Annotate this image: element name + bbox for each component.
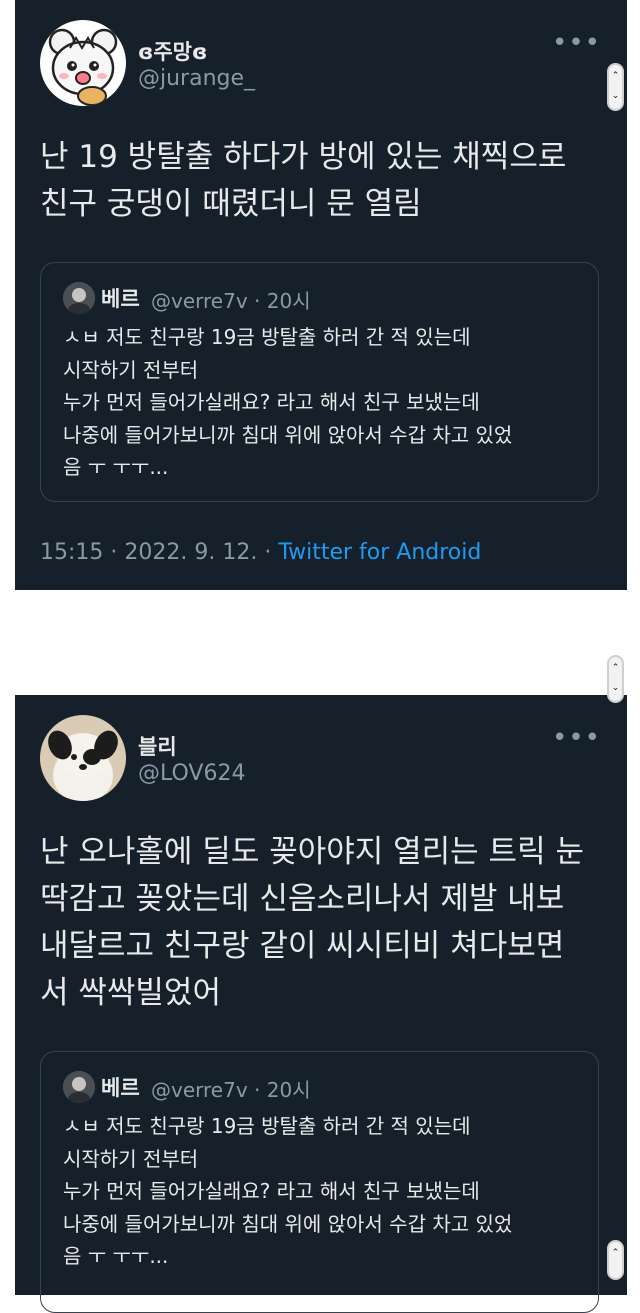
tweet-text-line: 친구 궁댕이 때렸더니 문 열림 <box>40 186 422 222</box>
display-name[interactable]: ɞ주망ɞ <box>138 36 207 66</box>
quote-tweet[interactable]: 베르 @verre7v · 20시 ㅅㅂ 저도 친구랑 19금 방탈출 하러 간… <box>40 262 599 502</box>
bear-avatar-icon <box>40 20 126 106</box>
quote-time: · 20시 <box>254 289 311 313</box>
user-handle[interactable]: @LOV624 <box>138 761 245 786</box>
scroll-up-icon[interactable]: ⌃ <box>609 663 622 673</box>
quote-text: ㅅㅂ 저도 친구랑 19금 방탈출 하러 간 적 있는데 시작하기 전부터 누가… <box>63 321 593 484</box>
tweet-text-line: 서 싹싹빌었어 <box>40 975 221 1011</box>
avatar <box>63 282 95 314</box>
scrollbar-thumb[interactable]: ⌃ <box>607 1240 624 1280</box>
quote-text-line: 누가 먼저 들어가실래요? 라고 해서 친구 보냈는데 <box>63 390 480 414</box>
tweet-text-line: 난 오나홀에 딜도 꽂아야지 열리는 트릭 눈 <box>40 834 584 870</box>
tweet-text: 난 19 방탈출 하다가 방에 있는 채찍으로 친구 궁댕이 때렸더니 문 열림 <box>40 134 615 228</box>
profile-photo-icon <box>63 1071 95 1103</box>
quote-text-line: 시작하기 전부터 <box>63 1146 199 1171</box>
quote-text-line: ㅅㅂ 저도 친구랑 19금 방탈출 하러 간 적 있는데 <box>63 325 471 349</box>
tweet-text-line: 내달르고 친구랑 같이 씨시티비 쳐다보면 <box>40 928 565 964</box>
quote-text-line: 음 ㅜ ㅜㅜ... <box>63 455 169 479</box>
scroll-down-icon[interactable]: ⌄ <box>609 683 622 693</box>
quote-handle-time: @verre7v · 20시 <box>151 1074 311 1103</box>
scrollbar-thumb[interactable]: ⌃ ⌄ <box>607 655 624 703</box>
tweet-card: 블리 @LOV624 ••• 난 오나홀에 딜도 꽂아야지 열리는 트릭 눈 딱… <box>15 695 627 1313</box>
scroll-up-icon[interactable]: ⌃ <box>609 1248 622 1258</box>
more-options-icon[interactable]: ••• <box>552 725 601 751</box>
quote-text-line: 음 ㅜ ㅜㅜ... <box>63 1244 169 1268</box>
quote-text-line: 시작하기 전부터 <box>63 357 199 382</box>
more-options-icon[interactable]: ••• <box>552 30 601 56</box>
quote-handle: @verre7v <box>151 289 248 313</box>
profile-photo-icon <box>63 282 95 314</box>
tweet-text-line: 딱감고 꽂았는데 신음소리나서 제발 내보 <box>40 881 565 917</box>
scroll-down-icon[interactable]: ⌄ <box>609 91 622 101</box>
avatar[interactable] <box>40 715 126 801</box>
scrollbar-thumb[interactable]: ⌃ ⌄ <box>607 63 624 111</box>
quote-time: · 20시 <box>254 1078 311 1102</box>
quote-text-line: 나중에 들어가보니까 침대 위에 앉아서 수갑 차고 있었 <box>63 422 513 447</box>
tweet-card: ɞ주망ɞ @jurange_ ••• 난 19 방탈출 하다가 방에 있는 채찍… <box>15 0 627 590</box>
quote-text-line: 누가 먼저 들어가실래요? 라고 해서 친구 보냈는데 <box>63 1179 480 1203</box>
plush-toy-avatar-icon <box>40 715 126 801</box>
display-name[interactable]: 블리 <box>138 731 177 761</box>
quote-tweet[interactable]: 베르 @verre7v · 20시 ㅅㅂ 저도 친구랑 19금 방탈출 하러 간… <box>40 1051 599 1313</box>
quote-text: ㅅㅂ 저도 친구랑 19금 방탈출 하러 간 적 있는데 시작하기 전부터 누가… <box>63 1110 593 1273</box>
avatar <box>63 1071 95 1103</box>
avatar[interactable] <box>40 20 126 106</box>
quote-text-line: 나중에 들어가보니까 침대 위에 앉아서 수갑 차고 있었 <box>63 1211 513 1236</box>
quote-display-name: 베르 <box>101 287 140 311</box>
quote-display-name: 베르 <box>101 1076 140 1100</box>
source-link[interactable]: Twitter for Android <box>278 540 481 565</box>
quote-handle: @verre7v <box>151 1078 248 1102</box>
scroll-up-icon[interactable]: ⌃ <box>609 71 622 81</box>
tweet-text: 난 오나홀에 딜도 꽂아야지 열리는 트릭 눈 딱감고 꽂았는데 신음소리나서 … <box>40 829 615 1017</box>
tweet-text-line: 난 19 방탈출 하다가 방에 있는 채찍으로 <box>40 139 567 175</box>
quote-text-line: ㅅㅂ 저도 친구랑 19금 방탈출 하러 간 적 있는데 <box>63 1114 471 1138</box>
quote-handle-time: @verre7v · 20시 <box>151 285 311 314</box>
user-handle[interactable]: @jurange_ <box>138 66 255 91</box>
tweet-meta: 15:15 · 2022. 9. 12. · Twitter for Andro… <box>40 540 481 565</box>
timestamp[interactable]: 15:15 · 2022. 9. 12. · <box>40 540 271 565</box>
